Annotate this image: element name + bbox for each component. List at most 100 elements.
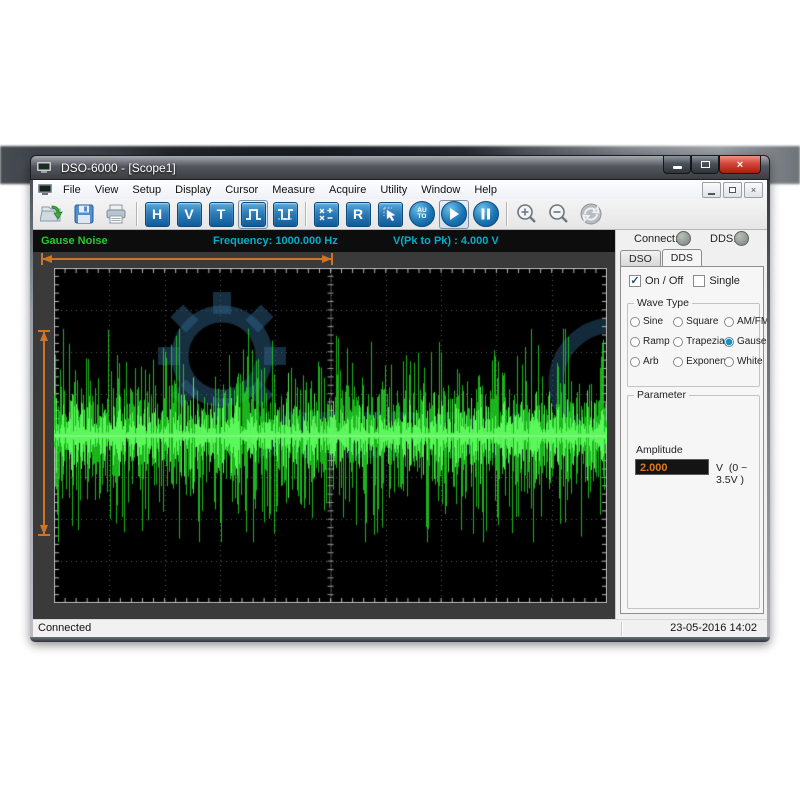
fall-pulse-icon	[272, 201, 298, 227]
sync-button[interactable]	[576, 200, 606, 229]
minimize-button[interactable]	[663, 156, 691, 174]
menu-view[interactable]: View	[88, 182, 126, 198]
radio-wave-arb[interactable]: Arb	[630, 356, 673, 367]
auto-icon: AU TO	[409, 201, 435, 227]
toolbar-separator	[305, 202, 306, 226]
horizontal-settings-button[interactable]: H	[142, 200, 172, 229]
dds-tab-page: ✓ On / Off Single Wave Type Sine Square AM…	[620, 266, 769, 614]
panel-tabs: DSO DDS	[620, 249, 703, 267]
scope-window-icon	[38, 184, 52, 195]
connection-status-row: Connect: DDS:	[616, 230, 768, 248]
vertical-amplitude-marker[interactable]	[37, 328, 51, 538]
wave-type-title: Wave Type	[634, 297, 692, 309]
radio-wave-square[interactable]: Square	[673, 316, 724, 327]
radio-label: Sine	[643, 316, 664, 327]
tab-dds[interactable]: DDS	[661, 249, 702, 267]
pause-button[interactable]	[471, 200, 501, 229]
vertical-settings-button[interactable]: V	[174, 200, 204, 229]
rise-pulse-icon	[240, 201, 266, 227]
mdi-buttons: ×	[702, 182, 763, 198]
menu-display[interactable]: Display	[168, 182, 218, 198]
radio-label: Exponent	[686, 356, 729, 367]
zoom-out-button[interactable]	[544, 200, 574, 229]
zoom-in-button[interactable]	[512, 200, 542, 229]
t-label: T	[216, 206, 226, 222]
statusbar: Connected 23-05-2016 14:02	[33, 619, 767, 638]
radio-icon	[630, 316, 640, 327]
radio-wave-ramp[interactable]: Ramp	[630, 336, 673, 347]
mdi-restore-button[interactable]	[723, 182, 742, 198]
print-button[interactable]	[101, 200, 131, 229]
wave-type-group: Wave Type Sine Square AM/FM Ramp Trapezia Gau…	[627, 297, 769, 387]
radio-label: Ramp	[643, 336, 670, 347]
radio-label: Square	[686, 316, 719, 327]
close-icon: ×	[736, 158, 744, 171]
parameter-title: Parameter	[634, 389, 690, 401]
menu-file[interactable]: File	[56, 182, 88, 198]
auto-set-button[interactable]: AU TO	[407, 200, 437, 229]
sync-arrows-icon	[580, 203, 602, 225]
caption-buttons: ×	[663, 156, 761, 174]
open-button[interactable]	[37, 200, 67, 229]
trigger-settings-button[interactable]: T	[206, 200, 236, 229]
radio-icon	[723, 316, 734, 327]
radio-wave-trapezia[interactable]: Trapezia	[673, 336, 725, 347]
dds-indicator-led	[734, 231, 749, 246]
main-content: Gause Noise Frequency: 1000.000 Hz V(Pk …	[33, 230, 769, 619]
datetime-readout: 23-05-2016 14:02	[670, 622, 757, 634]
run-button[interactable]	[439, 199, 469, 229]
radio-wave-sine[interactable]: Sine	[630, 316, 673, 327]
rise-edge-trigger-button[interactable]	[238, 199, 268, 229]
measurement-infobar: Gause Noise Frequency: 1000.000 Hz V(Pk …	[33, 230, 615, 252]
amplitude-input[interactable]: 2.000	[635, 459, 709, 475]
scope-display[interactable]	[33, 252, 615, 619]
radio-icon	[630, 336, 640, 347]
radio-wave-exponent[interactable]: Exponent	[673, 356, 728, 367]
radio-icon	[723, 336, 734, 347]
single-checkbox[interactable]	[693, 275, 706, 287]
horizontal-period-marker[interactable]	[39, 253, 335, 265]
math-button[interactable]	[311, 200, 341, 229]
menu-utility[interactable]: Utility	[373, 182, 414, 198]
radio-label: Gause	[736, 336, 767, 347]
app-icon	[37, 162, 51, 173]
menu-help[interactable]: Help	[467, 182, 504, 198]
play-icon	[441, 201, 467, 227]
menu-setup[interactable]: Setup	[125, 182, 168, 198]
radio-icon	[723, 356, 734, 367]
tab-dso[interactable]: DSO	[620, 250, 661, 266]
zoom-in-icon	[517, 204, 536, 223]
radio-wave-gause[interactable]: Gause	[723, 336, 766, 347]
fall-edge-trigger-button[interactable]	[270, 200, 300, 229]
menu-cursor[interactable]: Cursor	[218, 182, 265, 198]
amplitude-unit-range: V (0 ~ 3.5V )	[716, 462, 759, 486]
folder-open-icon	[40, 205, 63, 222]
titlebar[interactable]: DSO-6000 - [Scope1] ×	[30, 155, 770, 180]
menubar: File View Setup Display Cursor Measure Acquire…	[33, 180, 767, 200]
mdi-minimize-icon	[708, 192, 715, 195]
minimize-icon	[672, 166, 682, 169]
output-controls: ✓ On / Off Single	[629, 275, 759, 287]
radio-icon	[673, 356, 684, 367]
cursor-measure-button[interactable]	[375, 200, 405, 229]
radio-icon	[630, 356, 640, 367]
menu-measure[interactable]: Measure	[265, 182, 322, 198]
refresh-r-button[interactable]: R	[343, 200, 373, 229]
dds-label: DDS:	[710, 233, 737, 245]
maximize-button[interactable]	[691, 156, 719, 174]
r-label: R	[352, 206, 364, 222]
radio-wave-white[interactable]: White	[723, 356, 763, 367]
save-button[interactable]	[69, 200, 99, 229]
radio-wave-amfm[interactable]: AM/FM	[723, 316, 769, 327]
menu-acquire[interactable]: Acquire	[322, 182, 373, 198]
menu-window[interactable]: Window	[414, 182, 467, 198]
close-button[interactable]: ×	[719, 156, 761, 174]
connect-indicator-led	[676, 231, 691, 246]
mdi-minimize-button[interactable]	[702, 182, 721, 198]
mdi-close-button[interactable]: ×	[744, 182, 763, 198]
zoom-out-icon	[549, 204, 568, 223]
on-off-checkbox[interactable]: ✓	[629, 275, 641, 287]
side-panel: Connect: DDS: DSO DDS ✓ On / Off Single	[615, 230, 769, 619]
wave-type-grid: Sine Square AM/FM Ramp Trapezia Gause Arb Expon…	[628, 304, 769, 367]
printer-icon	[106, 204, 126, 224]
